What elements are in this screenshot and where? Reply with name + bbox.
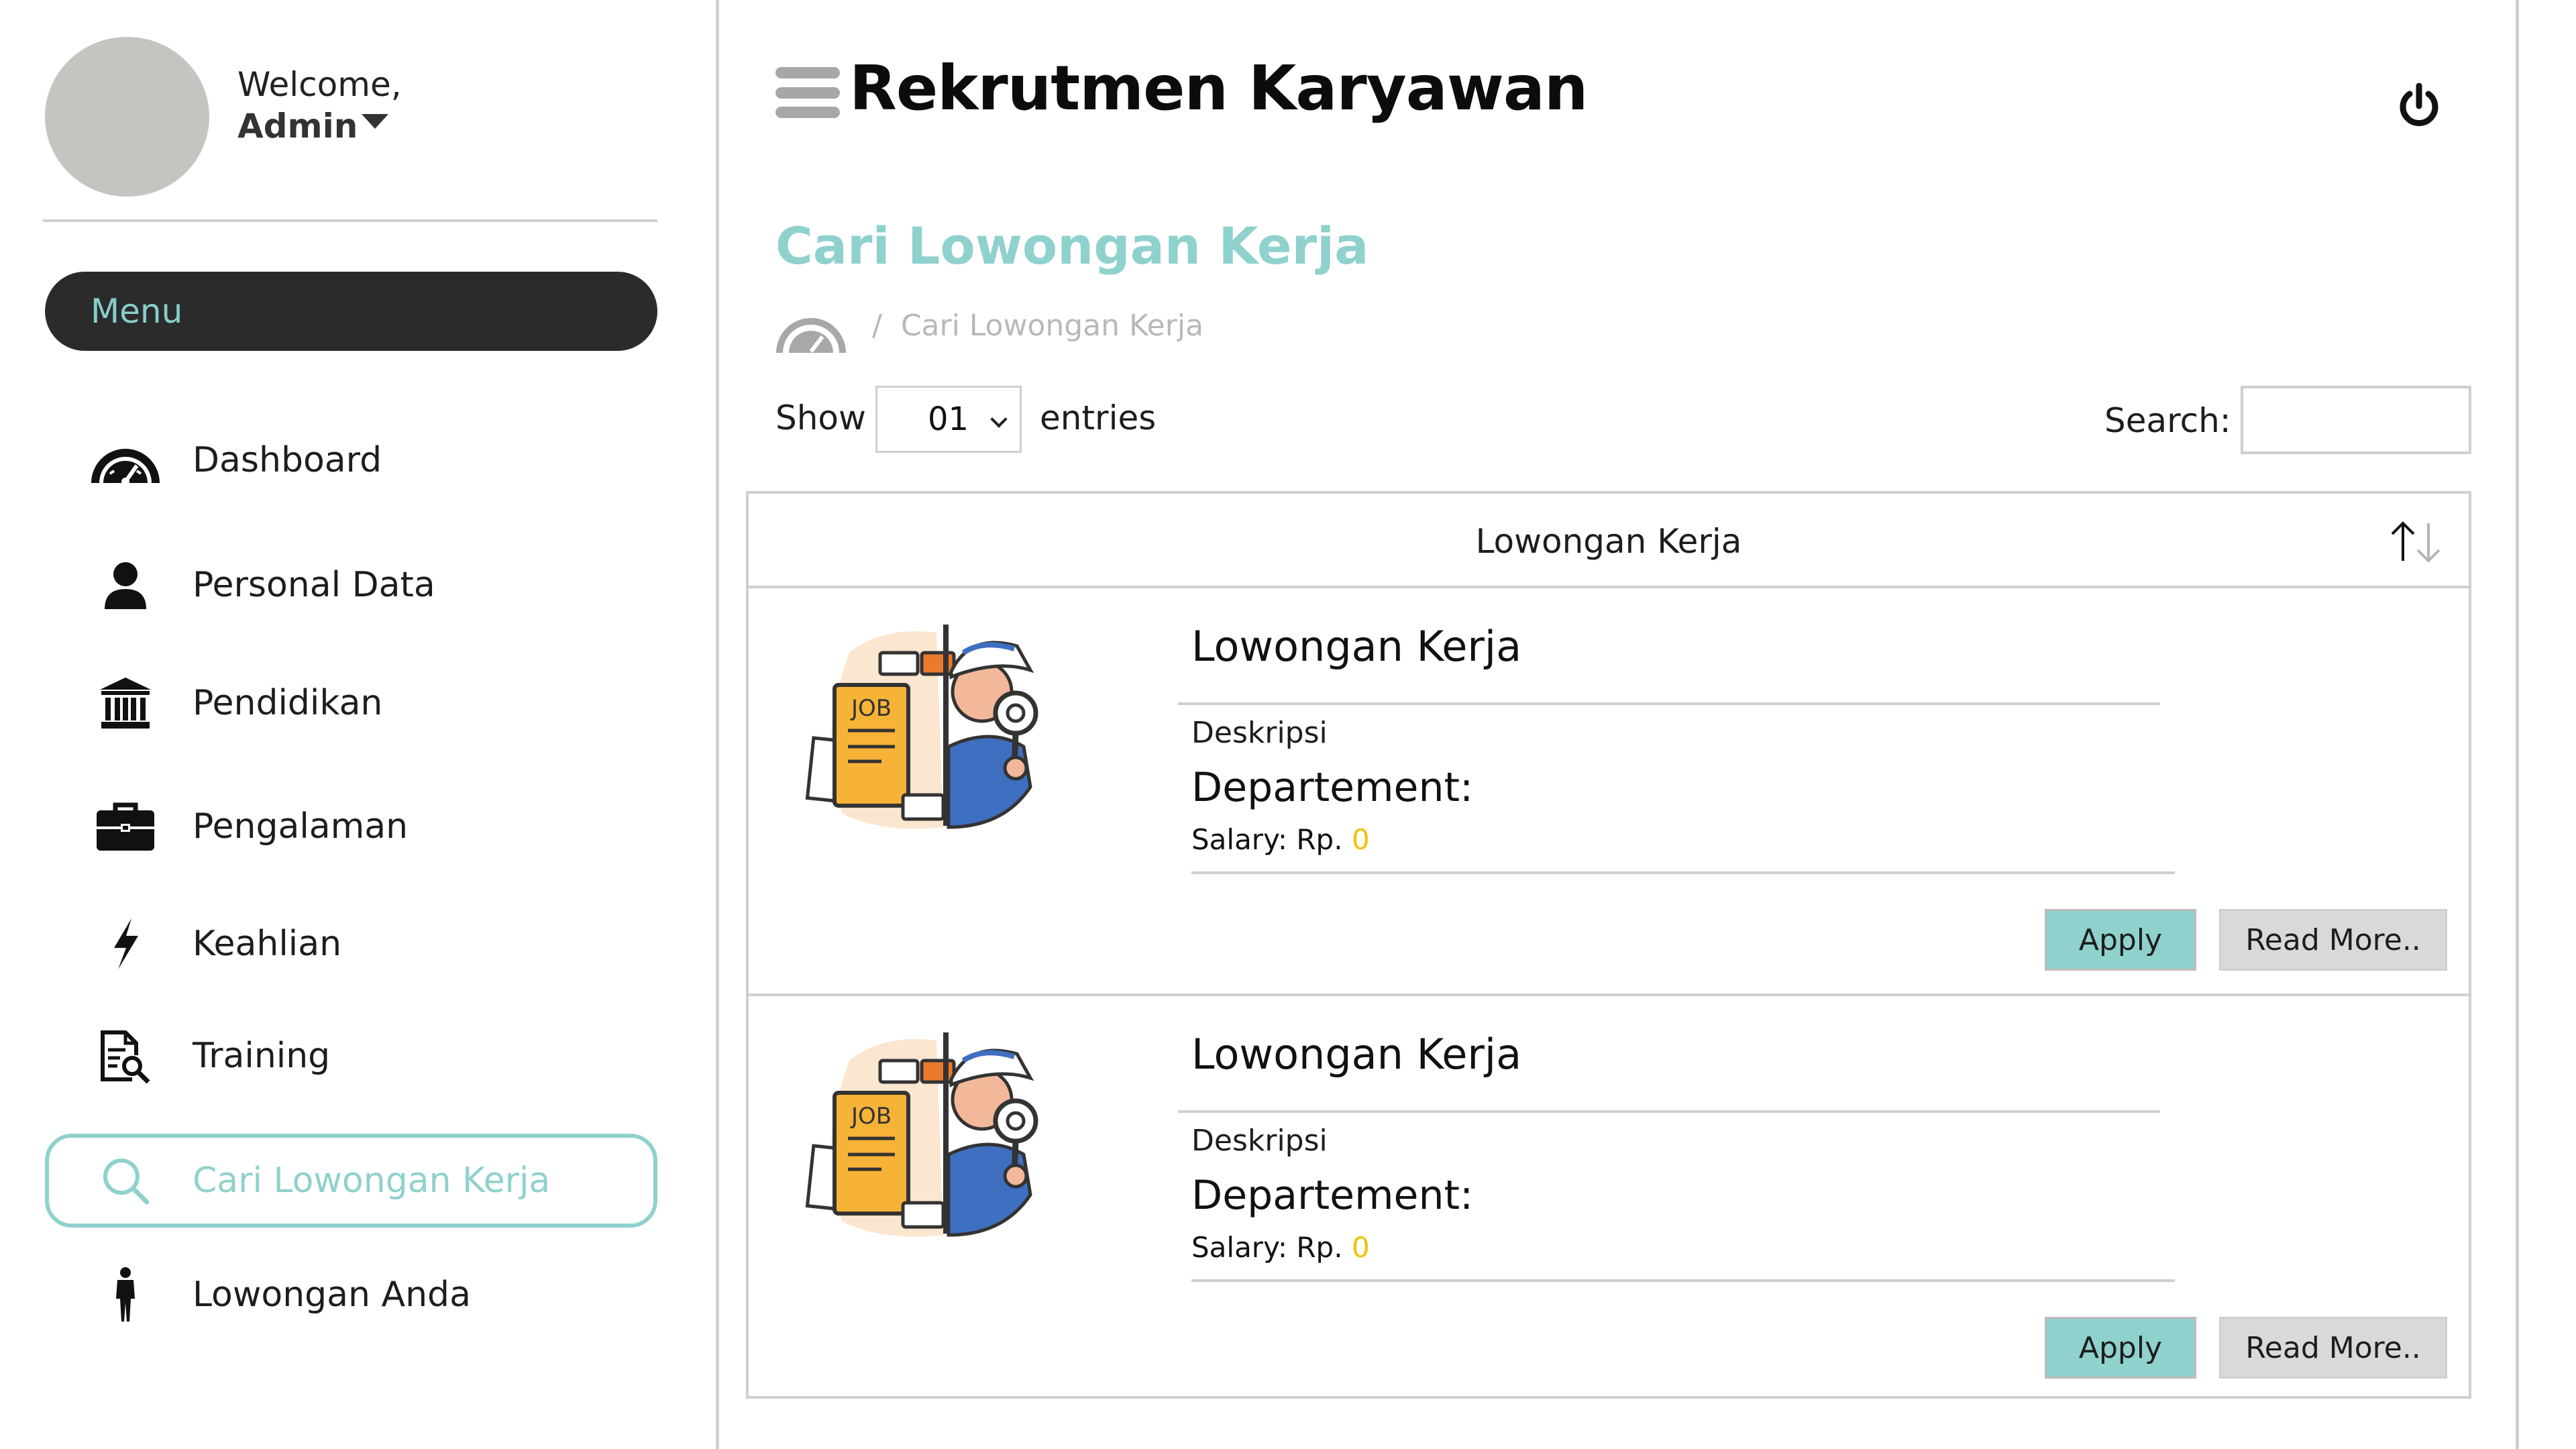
table-header[interactable]: Lowongan Kerja xyxy=(749,494,2469,588)
job-title: Lowongan Kerja xyxy=(1191,622,1522,671)
institution-icon xyxy=(89,666,162,740)
avatar[interactable] xyxy=(45,37,209,197)
hamburger-bar xyxy=(775,107,840,118)
read-more-button[interactable]: Read More.. xyxy=(2219,909,2447,971)
sidebar-item-label: Training xyxy=(193,1036,331,1076)
salary-value: 0 xyxy=(1351,1231,1370,1264)
sidebar-item-pendidikan[interactable]: Pendidikan xyxy=(45,656,657,750)
job-description-label: Deskripsi xyxy=(1191,716,1328,750)
breadcrumb-separator: / xyxy=(872,309,882,343)
job-salary: Salary: Rp. 0 xyxy=(1191,1231,1370,1264)
job-search-detective-illustration: JOB xyxy=(802,1020,1084,1246)
sidebar-item-label: Cari Lowongan Kerja xyxy=(193,1161,551,1201)
welcome-text: Welcome, xyxy=(237,65,402,104)
sidebar-item-training[interactable]: Training xyxy=(45,1009,657,1103)
search-label: Search: xyxy=(2104,401,2231,440)
document-search-icon xyxy=(89,1019,162,1093)
sidebar-item-label: Dashboard xyxy=(193,440,382,480)
job-department-label: Departement: xyxy=(1191,1172,1474,1219)
sidebar-item-keahlian[interactable]: Keahlian xyxy=(45,897,657,991)
salary-label: Salary: Rp. xyxy=(1191,1231,1343,1264)
search-icon xyxy=(89,1144,162,1218)
job-department-label: Departement: xyxy=(1191,764,1474,811)
job-title: Lowongan Kerja xyxy=(1191,1030,1522,1079)
dashboard-gauge-icon[interactable] xyxy=(775,302,847,354)
app-title: Rekrutmen Karyawan xyxy=(849,52,1588,124)
divider xyxy=(1191,871,2175,874)
job-illustration-text: JOB xyxy=(850,1103,892,1130)
caret-down-icon[interactable] xyxy=(362,114,389,129)
entries-select-value: 01 xyxy=(928,400,969,438)
sidebar-item-label: Pendidikan xyxy=(193,683,383,723)
hamburger-bar xyxy=(775,87,840,99)
hamburger-bar xyxy=(775,67,840,78)
job-search-detective-illustration: JOB xyxy=(802,612,1084,838)
search-input[interactable] xyxy=(2241,386,2471,454)
lightning-icon xyxy=(89,907,162,981)
sort-arrows-icon[interactable] xyxy=(2385,519,2446,564)
divider xyxy=(1191,1279,2175,1282)
jobs-table: Lowongan Kerja JOB Lowongan Kerja Deskri… xyxy=(746,491,2471,1399)
sidebar-item-label: Lowongan Anda xyxy=(193,1275,471,1315)
sidebar-item-label: Personal Data xyxy=(193,565,435,605)
hamburger-icon[interactable] xyxy=(775,67,840,118)
sidebar-item-label: Keahlian xyxy=(193,924,342,964)
user-icon xyxy=(89,548,162,622)
read-more-button[interactable]: Read More.. xyxy=(2219,1317,2447,1379)
sidebar-item-cari-lowongan-kerja[interactable]: Cari Lowongan Kerja xyxy=(45,1134,657,1228)
sidebar-item-dashboard[interactable]: Dashboard xyxy=(45,413,657,507)
apply-button[interactable]: Apply xyxy=(2045,1317,2196,1379)
power-icon[interactable] xyxy=(2395,82,2443,130)
show-label: Show xyxy=(775,398,866,437)
divider xyxy=(1178,702,2160,705)
entries-select[interactable]: 01 xyxy=(875,386,1022,453)
salary-label: Salary: Rp. xyxy=(1191,823,1343,856)
table-row: JOB Lowongan Kerja Deskripsi Departement… xyxy=(749,588,2469,994)
sidebar-item-personal-data[interactable]: Personal Data xyxy=(45,538,657,632)
page-title: Cari Lowongan Kerja xyxy=(775,216,1369,276)
menu-header: Menu xyxy=(45,272,657,351)
user-name[interactable]: Admin xyxy=(237,105,358,147)
dashboard-gauge-icon xyxy=(89,423,162,497)
entries-label: entries xyxy=(1040,398,1157,437)
sidebar: Welcome, Admin Menu Dashboard Personal D… xyxy=(0,0,719,1449)
sidebar-divider xyxy=(43,219,657,222)
chevron-down-icon xyxy=(990,411,1008,428)
salary-value: 0 xyxy=(1351,823,1370,856)
content-border xyxy=(2516,0,2519,1449)
sidebar-item-pengalaman[interactable]: Pengalaman xyxy=(45,780,657,873)
breadcrumb-current: Cari Lowongan Kerja xyxy=(900,309,1204,343)
apply-button[interactable]: Apply xyxy=(2045,909,2196,971)
column-header-lowongan-kerja[interactable]: Lowongan Kerja xyxy=(749,522,2469,561)
table-row: JOB Lowongan Kerja Deskripsi Departement… xyxy=(749,994,2469,1399)
sidebar-item-label: Pengalaman xyxy=(193,806,409,847)
divider xyxy=(1178,1110,2160,1113)
job-illustration-text: JOB xyxy=(850,695,892,722)
job-salary: Salary: Rp. 0 xyxy=(1191,823,1370,856)
sidebar-item-lowongan-anda[interactable]: Lowongan Anda xyxy=(45,1248,657,1342)
job-description-label: Deskripsi xyxy=(1191,1124,1328,1158)
person-standing-icon xyxy=(89,1258,162,1332)
user-menu[interactable]: Admin xyxy=(237,105,389,147)
breadcrumb: / Cari Lowongan Kerja xyxy=(872,309,1203,343)
briefcase-icon xyxy=(89,790,162,863)
